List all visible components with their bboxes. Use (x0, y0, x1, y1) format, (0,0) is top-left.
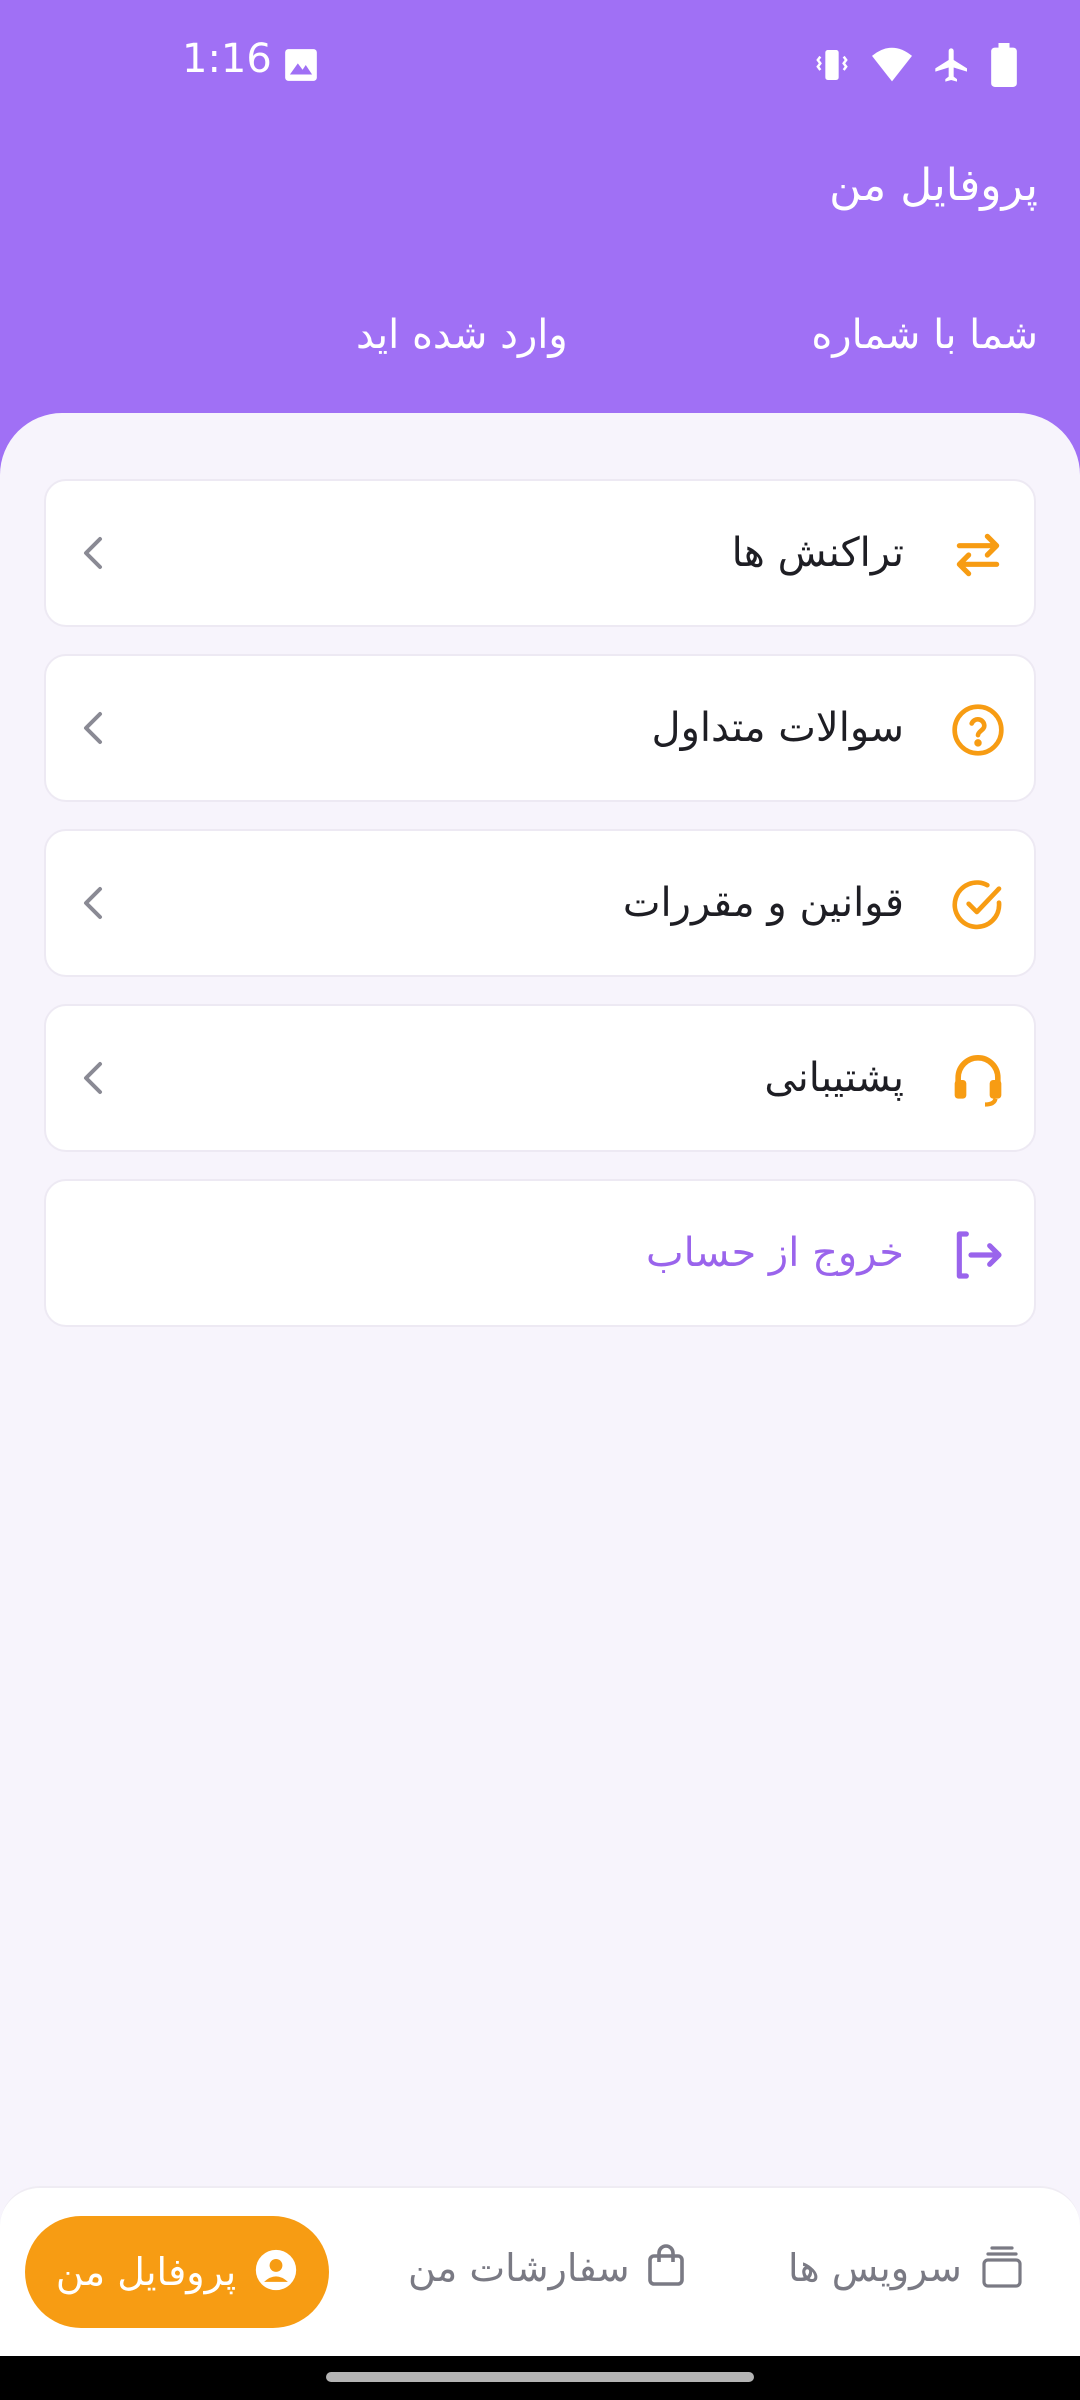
question-circle-icon (950, 702, 1006, 758)
logout-label: خروج از حساب (645, 1230, 904, 1276)
nav-tab-my-profile[interactable]: پروفایل من (25, 2216, 329, 2328)
nav-tab-my-orders[interactable]: سفارشات من (408, 2228, 686, 2308)
logged-in-label: وارد شده اید (356, 312, 568, 358)
chevron-left-icon (78, 708, 110, 748)
swap-arrows-icon (950, 527, 1006, 583)
nav-tab-label: سفارشات من (408, 2246, 630, 2290)
battery-icon (990, 43, 1018, 87)
profile-screen: 1:16 پروفایل من شما با شماره وارد شده ای… (0, 0, 1080, 2400)
stacked-cards-icon (978, 2242, 1026, 2294)
menu-item-support[interactable]: پشتیبانی (44, 1004, 1036, 1152)
chevron-left-icon (78, 1058, 110, 1098)
profile-header: 1:16 پروفایل من شما با شماره وارد شده ای… (0, 0, 1080, 480)
menu-item-label: سوالات متداول (651, 705, 904, 751)
gesture-navigation-area (0, 2356, 1080, 2400)
headset-icon (950, 1052, 1006, 1108)
home-gesture-bar[interactable] (326, 2372, 754, 2382)
menu-sheet: تراکنش ها سوالات متداول قوانین و مقررات … (0, 413, 1080, 2188)
menu-item-faq[interactable]: سوالات متداول (44, 654, 1036, 802)
phone-number-label: شما با شماره (811, 312, 1038, 358)
chevron-left-icon (78, 883, 110, 923)
wifi-icon (870, 45, 914, 85)
nav-tab-services[interactable]: سرویس ها (788, 2228, 1026, 2308)
menu-item-terms[interactable]: قوانین و مقررات (44, 829, 1036, 977)
user-circle-icon (254, 2248, 298, 2296)
menu-item-label: پشتیبانی (764, 1055, 904, 1101)
status-time: 1:16 (182, 36, 272, 82)
gallery-icon (282, 46, 320, 84)
menu-item-label: تراکنش ها (731, 530, 904, 576)
bottom-navigation: پروفایل من سفارشات من سرویس ها (0, 2186, 1080, 2356)
menu-item-label: قوانین و مقررات (622, 880, 904, 926)
status-bar: 1:16 (0, 0, 1080, 130)
logout-icon (950, 1227, 1006, 1283)
shopping-bag-icon (646, 2244, 686, 2292)
logout-button[interactable]: خروج از حساب (44, 1179, 1036, 1327)
chevron-left-icon (78, 533, 110, 573)
menu-item-transactions[interactable]: تراکنش ها (44, 479, 1036, 627)
check-circle-icon (950, 877, 1006, 933)
airplane-icon (932, 45, 972, 85)
nav-tab-label: سرویس ها (788, 2246, 962, 2290)
nav-tab-label: پروفایل من (55, 2250, 237, 2294)
vibrate-icon (812, 45, 852, 85)
page-title: پروفایل من (829, 160, 1038, 211)
status-icons (812, 40, 1018, 90)
